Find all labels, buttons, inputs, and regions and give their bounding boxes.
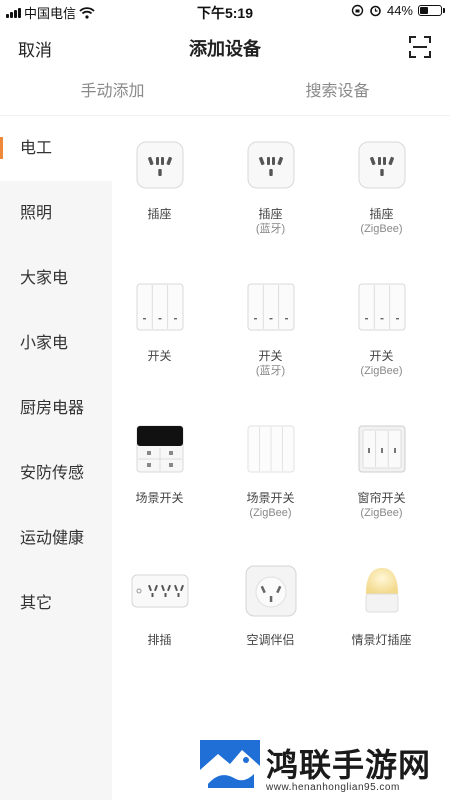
device-name: 插座	[369, 207, 394, 221]
device-socket-bluetooth[interactable]: 插座 (蓝牙)	[215, 136, 326, 278]
status-right: 44%	[351, 3, 445, 18]
scene-switch-icon	[241, 420, 301, 478]
status-bar: 中国电信 下午5:19 44%	[0, 0, 450, 24]
device-protocol: (ZigBee)	[360, 507, 403, 519]
device-protocol: (蓝牙)	[255, 365, 286, 377]
device-protocol: (ZigBee)	[360, 223, 403, 235]
scan-icon[interactable]	[408, 35, 432, 59]
wall-switch-icon	[241, 278, 301, 336]
socket-icon	[241, 136, 301, 194]
device-ac-companion[interactable]: 空调伴侣	[215, 562, 326, 704]
category-other[interactable]: 其它	[0, 571, 112, 636]
alarm-icon	[370, 5, 381, 17]
add-mode-tabs: 手动添加 搜索设备	[0, 70, 450, 116]
device-name: 排插	[147, 633, 172, 647]
device-scene-switch[interactable]: 场景开关	[104, 420, 215, 562]
device-socket[interactable]: 插座	[104, 136, 215, 278]
category-sidebar: 电工 照明 大家电 小家电 厨房电器 安防传感 运动健康 其它	[0, 116, 112, 800]
tab-search-device[interactable]: 搜索设备	[225, 70, 450, 115]
device-name: 开关	[258, 349, 283, 363]
device-name: 场景开关	[246, 491, 295, 505]
scene-panel-icon	[130, 420, 190, 478]
watermark-logo	[200, 740, 260, 796]
device-name: 开关	[369, 349, 394, 363]
nav-bar: 取消 添加设备	[0, 24, 450, 70]
device-switch[interactable]: 开关	[104, 278, 215, 420]
watermark: 鸿联手游网 www.henanhonglian95.com	[200, 738, 450, 800]
curtain-switch-icon	[352, 420, 412, 478]
category-electrical[interactable]: 电工	[0, 116, 112, 181]
watermark-text: 鸿联手游网	[266, 746, 432, 784]
device-scene-lamp-socket[interactable]: 情景灯插座	[326, 562, 437, 704]
device-name: 插座	[258, 207, 283, 221]
category-large-appliance[interactable]: 大家电	[0, 246, 112, 311]
tab-manual-add[interactable]: 手动添加	[0, 70, 225, 115]
wall-switch-icon	[352, 278, 412, 336]
wall-switch-icon	[130, 278, 190, 336]
device-scene-switch-zigbee[interactable]: 场景开关 (ZigBee)	[215, 420, 326, 562]
battery-icon	[418, 5, 445, 16]
category-security-sensor[interactable]: 安防传感	[0, 441, 112, 506]
device-protocol: (蓝牙)	[255, 223, 286, 235]
device-switch-bluetooth[interactable]: 开关 (蓝牙)	[215, 278, 326, 420]
page-title: 添加设备	[189, 39, 261, 59]
device-name: 情景灯插座	[351, 633, 412, 647]
device-switch-zigbee[interactable]: 开关 (ZigBee)	[326, 278, 437, 420]
device-grid: 插座 插座 (蓝牙) 插座 (ZigBee) 开关 开关 (蓝牙) 开关 (Zi…	[104, 136, 450, 704]
device-name: 插座	[147, 207, 172, 221]
orientation-lock-icon	[351, 4, 364, 17]
socket-icon	[130, 136, 190, 194]
watermark-url: www.henanhonglian95.com	[266, 782, 400, 793]
device-name: 场景开关	[135, 491, 184, 505]
category-small-appliance[interactable]: 小家电	[0, 311, 112, 376]
device-name: 开关	[147, 349, 172, 363]
device-curtain-switch-zigbee[interactable]: 窗帘开关 (ZigBee)	[326, 420, 437, 562]
device-power-strip[interactable]: 排插	[104, 562, 215, 704]
device-protocol: (ZigBee)	[360, 365, 403, 377]
power-strip-icon	[130, 562, 190, 620]
night-lamp-icon	[352, 562, 412, 620]
battery-percent: 44%	[386, 3, 413, 18]
socket-icon	[352, 136, 412, 194]
category-sports-health[interactable]: 运动健康	[0, 506, 112, 571]
category-lighting[interactable]: 照明	[0, 181, 112, 246]
device-name: 空调伴侣	[246, 633, 295, 647]
category-kitchen[interactable]: 厨房电器	[0, 376, 112, 441]
ac-companion-icon	[241, 562, 301, 620]
device-socket-zigbee[interactable]: 插座 (ZigBee)	[326, 136, 437, 278]
device-protocol: (ZigBee)	[249, 507, 292, 519]
device-name: 窗帘开关	[357, 491, 406, 505]
